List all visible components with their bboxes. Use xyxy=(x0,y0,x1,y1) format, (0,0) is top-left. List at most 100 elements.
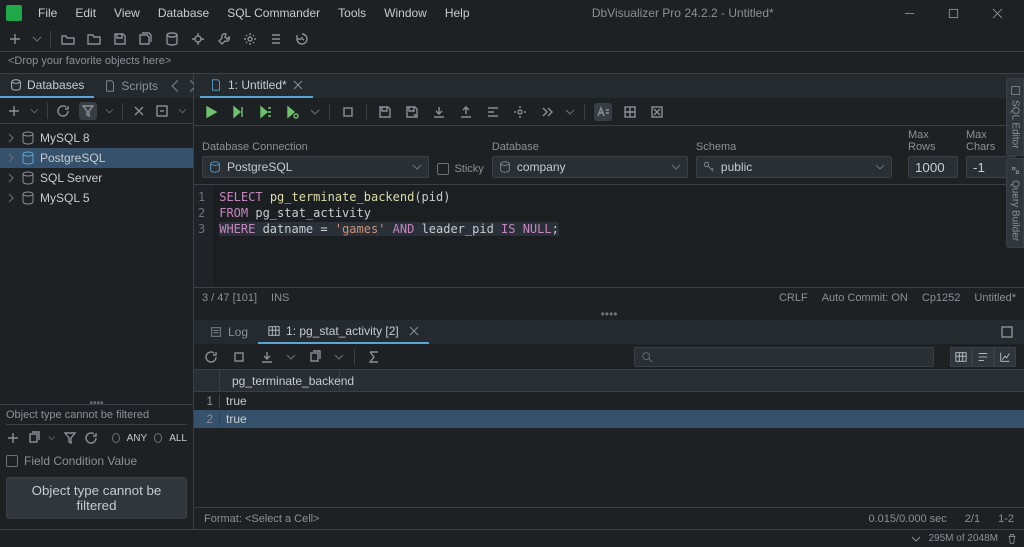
trash-icon[interactable] xyxy=(1006,533,1018,545)
chevron-down-icon[interactable] xyxy=(32,34,42,44)
close-icon[interactable] xyxy=(131,102,147,120)
filter-checkbox[interactable] xyxy=(6,455,18,467)
sticky-checkbox[interactable] xyxy=(437,163,449,175)
filter-icon[interactable] xyxy=(79,102,97,120)
format-icon[interactable] xyxy=(484,103,502,121)
menu-view[interactable]: View xyxy=(106,2,148,24)
sidebar-tab-databases[interactable]: Databases xyxy=(0,74,94,98)
autocomplete-icon[interactable] xyxy=(594,103,612,121)
settings-icon[interactable] xyxy=(241,30,259,48)
refresh-icon[interactable] xyxy=(55,102,71,120)
filter-type-button[interactable]: Object type cannot be filtered xyxy=(6,477,187,519)
filter-icon[interactable] xyxy=(63,429,77,447)
max-rows-input[interactable] xyxy=(908,156,958,178)
history-icon[interactable] xyxy=(293,30,311,48)
add-icon[interactable] xyxy=(6,102,22,120)
sidebar-tab-scripts[interactable]: Scripts xyxy=(94,74,168,98)
collapse-icon[interactable] xyxy=(155,102,171,120)
menu-help[interactable]: Help xyxy=(437,2,478,24)
run-explain-icon[interactable] xyxy=(283,103,301,121)
refresh-icon[interactable] xyxy=(202,348,220,366)
folder-open-icon[interactable] xyxy=(59,30,77,48)
editor-code[interactable]: SELECT pg_terminate_backend(pid) FROM pg… xyxy=(213,185,1024,287)
window-close-button[interactable] xyxy=(976,0,1018,26)
stop-icon[interactable] xyxy=(230,348,248,366)
results-grid[interactable]: pg_terminate_backend 1 true 2 true xyxy=(194,370,1024,507)
favorites-bar[interactable]: <Drop your favorite objects here> xyxy=(0,52,1024,74)
database-icon[interactable] xyxy=(163,30,181,48)
chevron-down-icon[interactable] xyxy=(286,352,296,362)
results-search[interactable] xyxy=(634,347,934,367)
connection-select[interactable]: PostgreSQL xyxy=(202,156,429,178)
table-row[interactable]: 2 true xyxy=(194,410,1024,428)
close-icon[interactable] xyxy=(409,326,419,336)
chevron-down-icon[interactable] xyxy=(911,534,921,544)
results-tab-active[interactable]: 1: pg_stat_activity [2] xyxy=(258,320,429,344)
sum-icon[interactable] xyxy=(365,348,383,366)
window-maximize-button[interactable] xyxy=(932,0,974,26)
chevron-down-icon[interactable] xyxy=(334,352,344,362)
right-rail-query-builder[interactable]: Query Builder xyxy=(1006,158,1024,248)
database-select[interactable]: company xyxy=(492,156,688,178)
right-rail-sql-editor[interactable]: SQL Editor xyxy=(1006,78,1024,156)
tree-item[interactable]: PostgreSQL xyxy=(0,148,193,168)
radio-all[interactable] xyxy=(154,433,162,443)
chevron-down-icon[interactable] xyxy=(48,433,56,443)
menu-edit[interactable]: Edit xyxy=(67,2,104,24)
chevron-down-icon[interactable] xyxy=(30,106,39,116)
export-icon[interactable] xyxy=(430,103,448,121)
save-as-icon[interactable] xyxy=(403,103,421,121)
results-tab-log[interactable]: Log xyxy=(200,320,258,344)
chart-view-button[interactable] xyxy=(994,347,1016,367)
sql-editor[interactable]: 123 SELECT pg_terminate_backend(pid) FRO… xyxy=(194,184,1024,288)
run-script-icon[interactable] xyxy=(256,103,274,121)
copy-icon[interactable] xyxy=(27,429,41,447)
radio-any[interactable] xyxy=(112,433,120,443)
menu-sql-commander[interactable]: SQL Commander xyxy=(219,2,328,24)
splitter-grip[interactable]: •••• xyxy=(194,308,1024,320)
cell[interactable]: true xyxy=(220,394,340,408)
nav-prev-icon[interactable] xyxy=(168,79,182,93)
close-icon[interactable] xyxy=(293,80,303,90)
copy-icon[interactable] xyxy=(306,348,324,366)
add-icon[interactable] xyxy=(6,429,20,447)
folder-icon[interactable] xyxy=(85,30,103,48)
maximize-icon[interactable] xyxy=(998,323,1016,341)
settings-icon[interactable] xyxy=(511,103,529,121)
save-all-icon[interactable] xyxy=(137,30,155,48)
chevron-down-icon[interactable] xyxy=(105,106,114,116)
tools-icon[interactable] xyxy=(215,30,233,48)
cell[interactable]: true xyxy=(220,412,340,426)
refresh-icon[interactable] xyxy=(84,429,98,447)
menu-window[interactable]: Window xyxy=(376,2,435,24)
save-icon[interactable] xyxy=(111,30,129,48)
editor-tab[interactable]: 1: Untitled* xyxy=(200,74,313,98)
grid-icon[interactable] xyxy=(621,103,639,121)
tree-item[interactable]: MySQL 8 xyxy=(0,128,193,148)
clear-icon[interactable] xyxy=(648,103,666,121)
commit-icon[interactable] xyxy=(189,30,207,48)
run-icon[interactable] xyxy=(202,103,220,121)
export-icon[interactable] xyxy=(258,348,276,366)
run-current-icon[interactable] xyxy=(229,103,247,121)
new-tab-icon[interactable] xyxy=(6,30,24,48)
menu-file[interactable]: File xyxy=(30,2,65,24)
chevron-down-icon[interactable] xyxy=(310,107,320,117)
grid-view-button[interactable] xyxy=(950,347,972,367)
save-icon[interactable] xyxy=(376,103,394,121)
window-minimize-button[interactable] xyxy=(888,0,930,26)
menu-database[interactable]: Database xyxy=(150,2,217,24)
import-icon[interactable] xyxy=(457,103,475,121)
table-row[interactable]: 1 true xyxy=(194,392,1024,410)
variables-icon[interactable] xyxy=(538,103,556,121)
text-view-button[interactable] xyxy=(972,347,994,367)
list-icon[interactable] xyxy=(267,30,285,48)
tree-item[interactable]: MySQL 5 xyxy=(0,188,193,208)
schema-select[interactable]: public xyxy=(696,156,892,178)
chevron-down-icon[interactable] xyxy=(565,107,575,117)
chevron-down-icon[interactable] xyxy=(178,106,187,116)
menu-tools[interactable]: Tools xyxy=(330,2,374,24)
stop-icon[interactable] xyxy=(339,103,357,121)
tree-item[interactable]: SQL Server xyxy=(0,168,193,188)
column-header[interactable]: pg_terminate_backend xyxy=(220,370,340,391)
